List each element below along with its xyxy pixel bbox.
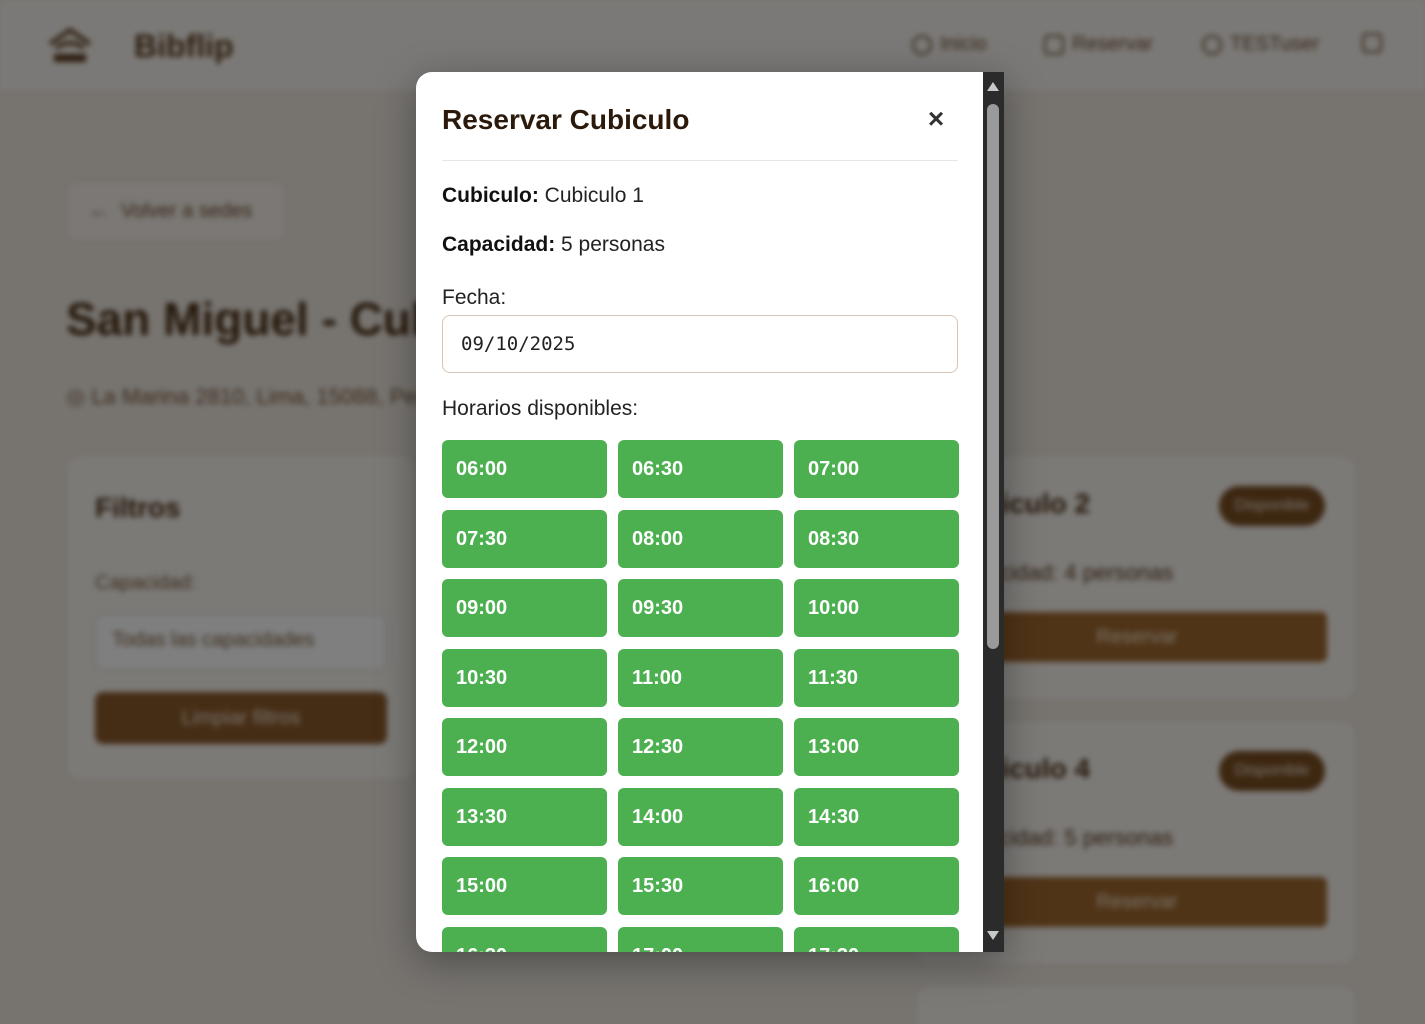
time-slot-button[interactable]: 13:00 [794,718,959,776]
fecha-date-input[interactable] [442,315,958,373]
scroll-down-arrow-icon[interactable] [987,931,999,940]
scroll-up-arrow-icon[interactable] [987,82,999,91]
modal-title: Reservar Cubiculo [442,104,690,135]
capacidad-info: Capacidad: 5 personas [442,233,665,257]
time-slot-button[interactable]: 10:00 [794,579,959,637]
modal-divider [442,160,958,161]
horarios-label: Horarios disponibles: [442,397,639,420]
time-slot-button[interactable]: 12:00 [442,718,607,776]
time-slot-button[interactable]: 08:30 [794,509,959,568]
time-slot-button[interactable]: 15:00 [442,857,607,915]
time-slot-button[interactable]: 14:30 [794,787,959,846]
time-slot-button[interactable]: 07:00 [794,440,959,498]
time-slot-button[interactable]: 17:00 [618,926,783,952]
time-slot-button[interactable]: 12:30 [618,718,783,776]
modal-scrollbar[interactable] [983,72,1004,952]
time-slot-button[interactable]: 06:30 [618,440,783,498]
cubiculo-info: Cubiculo: Cubiculo 1 [442,184,644,208]
time-slot-button[interactable]: 16:00 [794,857,959,915]
cubiculo-value: Cubiculo 1 [544,184,644,207]
time-slot-button[interactable]: 10:30 [442,648,607,707]
time-slot-button[interactable]: 09:00 [442,579,607,637]
time-slot-button[interactable]: 11:30 [794,648,959,707]
time-slot-button[interactable]: 11:00 [618,648,783,707]
close-icon[interactable]: × [921,102,951,136]
reserve-modal: Reservar Cubiculo × Cubiculo: Cubiculo 1… [416,72,1004,952]
time-slot-button[interactable]: 16:30 [442,926,607,952]
time-slot-button[interactable]: 14:00 [618,787,783,846]
cubiculo-label: Cubiculo: [442,184,539,207]
time-slot-button[interactable]: 09:30 [618,579,783,637]
scrollbar-thumb[interactable] [987,104,999,649]
time-slot-button[interactable]: 17:30 [794,926,959,952]
time-slot-button[interactable]: 07:30 [442,509,607,568]
time-slot-button[interactable]: 13:30 [442,787,607,846]
capacidad-value: 5 personas [561,233,665,256]
capacidad-label: Capacidad: [442,233,556,256]
modal-content: Reservar Cubiculo × Cubiculo: Cubiculo 1… [416,72,983,952]
time-slot-button[interactable]: 15:30 [618,857,783,915]
time-slot-button[interactable]: 08:00 [618,509,783,568]
time-slot-button[interactable]: 06:00 [442,440,607,498]
fecha-label: Fecha: [442,286,507,309]
